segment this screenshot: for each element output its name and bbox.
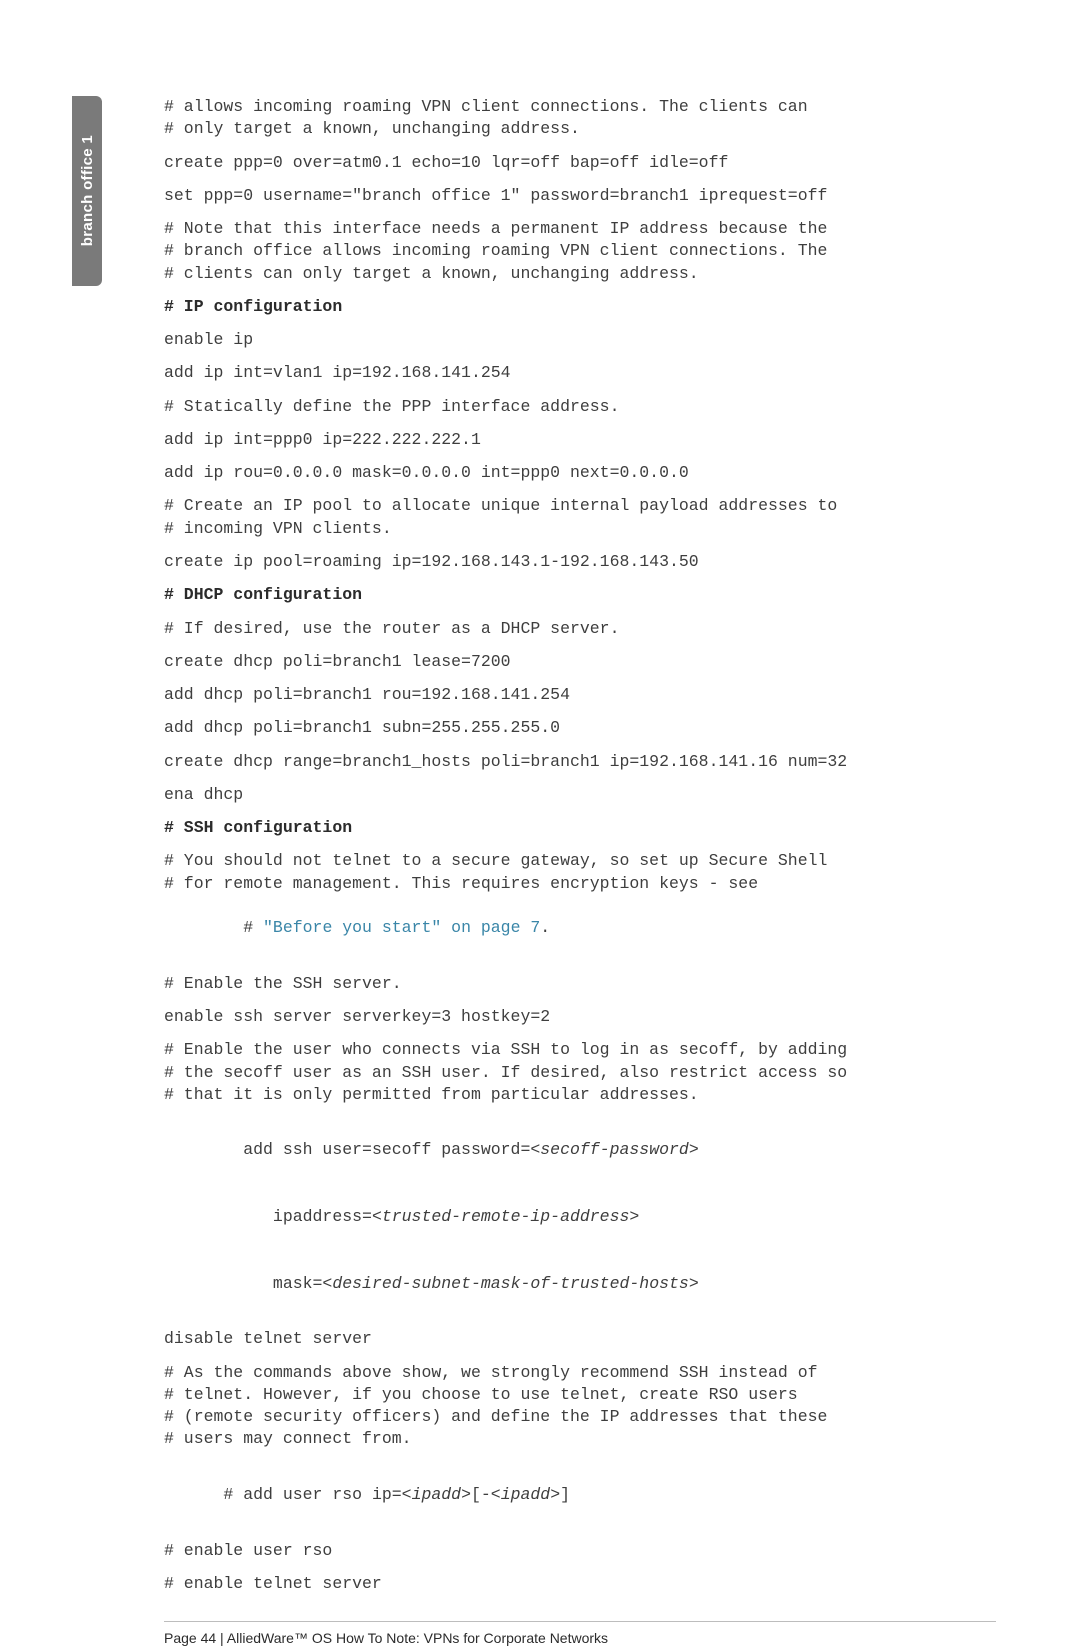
code-line: mask=<desired-subnet-mask-of-trusted-hos… [164, 1251, 996, 1318]
code-block-add-ssh-user: add ssh user=secoff password=<secoff-pas… [164, 1117, 996, 1317]
code-line: add dhcp poli=branch1 rou=192.168.141.25… [164, 684, 996, 706]
comment-line: # You should not telnet to a secure gate… [164, 850, 996, 895]
comment-line: # enable telnet server [164, 1573, 996, 1595]
comment-line: # Note that this interface needs a perma… [164, 218, 996, 285]
code-text: add ssh user=secoff password=< [243, 1140, 540, 1159]
code-line: set ppp=0 username="branch office 1" pas… [164, 185, 996, 207]
side-tab-branch-office-1: branch office 1 [72, 96, 102, 286]
code-text: > [689, 1274, 699, 1293]
code-line: add ip int=ppp0 ip=222.222.222.1 [164, 429, 996, 451]
code-line: create dhcp poli=branch1 lease=7200 [164, 651, 996, 673]
section-heading-dhcp: # DHCP configuration [164, 584, 996, 606]
placeholder: ipadd [412, 1485, 462, 1504]
code-line: create dhcp range=branch1_hosts poli=bra… [164, 751, 996, 773]
comment-line: # Enable the user who connects via SSH t… [164, 1039, 996, 1106]
code-text: > [629, 1207, 639, 1226]
comment-text: # add user rso ip=< [223, 1485, 411, 1504]
code-line: ena dhcp [164, 784, 996, 806]
comment-block: # You should not telnet to a secure gate… [164, 850, 996, 961]
code-listing: # allows incoming roaming VPN client con… [164, 96, 996, 1646]
code-line: enable ip [164, 329, 996, 351]
code-line: ipaddress=<trusted-remote-ip-address> [164, 1184, 996, 1251]
section-heading-ssh: # SSH configuration [164, 817, 996, 839]
placeholder: secoff-password [540, 1140, 689, 1159]
side-tab-label: branch office 1 [79, 135, 96, 246]
comment-prefix: # [243, 918, 263, 937]
comment-line: # enable user rso [164, 1540, 996, 1562]
code-line: add ssh user=secoff password=<secoff-pas… [164, 1117, 996, 1184]
comment-line: # add user rso ip=<ipadd>[-<ipadd>] [164, 1462, 996, 1529]
code-text: mask=< [273, 1274, 332, 1293]
comment-line: # Statically define the PPP interface ad… [164, 396, 996, 418]
document-page: branch office 1 # allows incoming roamin… [0, 0, 1080, 1527]
code-line: disable telnet server [164, 1328, 996, 1350]
comment-line: # Create an IP pool to allocate unique i… [164, 495, 996, 540]
comment-suffix: . [540, 918, 550, 937]
comment-line: # As the commands above show, we strongl… [164, 1362, 996, 1451]
cross-reference-link[interactable]: "Before you start" on page 7 [263, 918, 540, 937]
code-line: create ip pool=roaming ip=192.168.143.1-… [164, 551, 996, 573]
section-heading-ip: # IP configuration [164, 296, 996, 318]
code-line: create ppp=0 over=atm0.1 echo=10 lqr=off… [164, 152, 996, 174]
placeholder: desired-subnet-mask-of-trusted-hosts [332, 1274, 688, 1293]
comment-line: # allows incoming roaming VPN client con… [164, 96, 996, 141]
comment-text: >[-< [461, 1485, 501, 1504]
code-line: add ip rou=0.0.0.0 mask=0.0.0.0 int=ppp0… [164, 462, 996, 484]
code-line: add ip int=vlan1 ip=192.168.141.254 [164, 362, 996, 384]
comment-text: >] [550, 1485, 570, 1504]
comment-line: # Enable the SSH server. [164, 973, 996, 995]
code-text: > [689, 1140, 699, 1159]
code-text: ipaddress=< [273, 1207, 382, 1226]
placeholder: ipadd [501, 1485, 551, 1504]
placeholder: trusted-remote-ip-address [382, 1207, 630, 1226]
code-line: enable ssh server serverkey=3 hostkey=2 [164, 1006, 996, 1028]
code-line: add dhcp poli=branch1 subn=255.255.255.0 [164, 717, 996, 739]
comment-line: # If desired, use the router as a DHCP s… [164, 618, 996, 640]
footer-divider [164, 1621, 996, 1622]
page-footer: Page 44 | AlliedWare™ OS How To Note: VP… [164, 1630, 996, 1646]
comment-line-with-link: # "Before you start" on page 7. [164, 895, 996, 962]
